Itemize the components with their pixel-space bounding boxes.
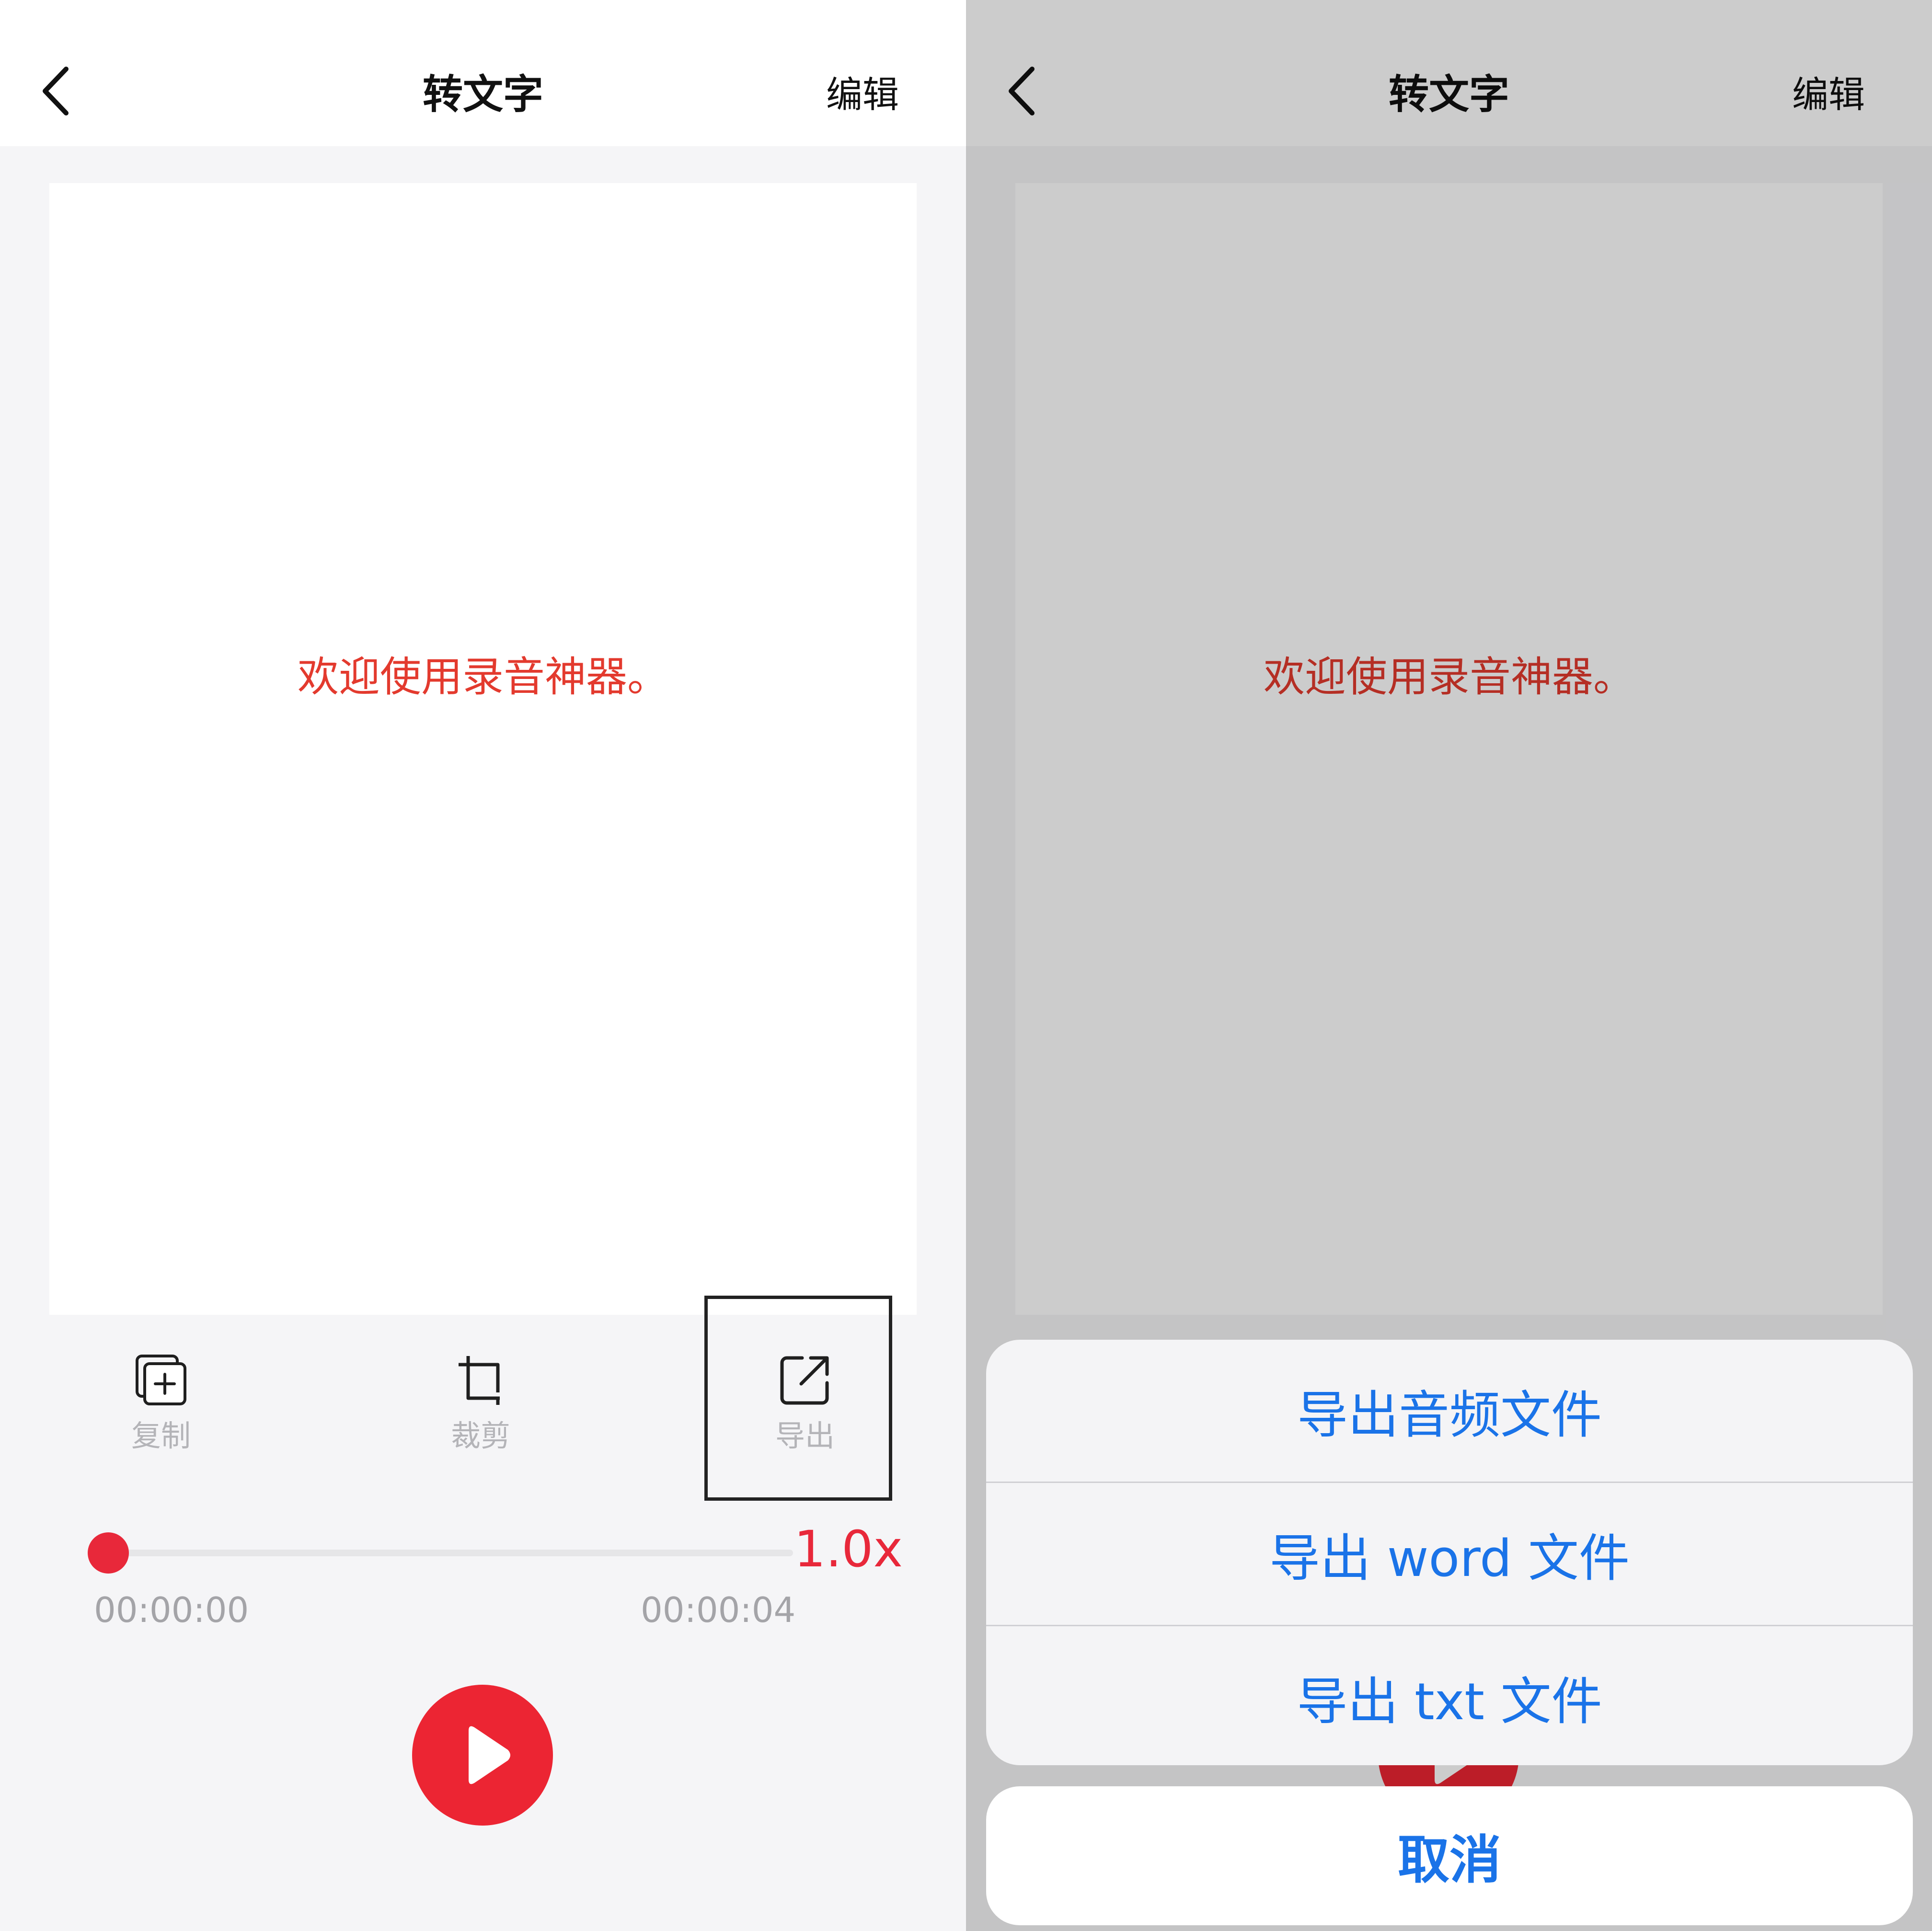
crop-icon	[459, 1356, 500, 1405]
progress-knob[interactable]	[88, 1532, 129, 1574]
edit-button[interactable]: 编辑	[826, 65, 899, 118]
cancel-button[interactable]: 取消	[986, 1786, 1913, 1925]
playback-speed-button[interactable]: 1.0x	[794, 1520, 903, 1578]
export-audio-option[interactable]: 导出音频文件	[986, 1340, 1913, 1482]
current-time: 00:00:00	[94, 1590, 249, 1630]
nav-bar: 转文字 编辑	[0, 0, 966, 146]
right-screen: 转文字 编辑 欢迎使用录音神器。 导出音频文件 导出 word 文件 导出 tx…	[966, 0, 1932, 1931]
total-time: 00:00:04	[641, 1590, 796, 1630]
transcript-card[interactable]: 欢迎使用录音神器。	[49, 183, 917, 1315]
export-word-option[interactable]: 导出 word 文件	[986, 1482, 1913, 1625]
progress-track[interactable]	[108, 1550, 793, 1556]
export-highlight-frame	[704, 1296, 892, 1501]
transcript-text: 欢迎使用录音神器。	[298, 653, 668, 701]
copy-button[interactable]: 复制	[108, 1351, 214, 1455]
play-button[interactable]	[412, 1685, 553, 1826]
copy-icon	[136, 1355, 186, 1405]
left-screen: 转文字 编辑 欢迎使用录音神器。 复制 裁剪 导出 1.0x 00:00:00 …	[0, 0, 966, 1931]
export-action-sheet: 导出音频文件 导出 word 文件 导出 txt 文件	[986, 1340, 1913, 1765]
play-icon	[469, 1726, 510, 1784]
crop-label: 裁剪	[450, 1418, 510, 1453]
crop-button[interactable]: 裁剪	[428, 1351, 533, 1455]
copy-label: 复制	[131, 1418, 191, 1453]
page-title: 转文字	[422, 71, 543, 118]
export-txt-option[interactable]: 导出 txt 文件	[986, 1625, 1913, 1765]
